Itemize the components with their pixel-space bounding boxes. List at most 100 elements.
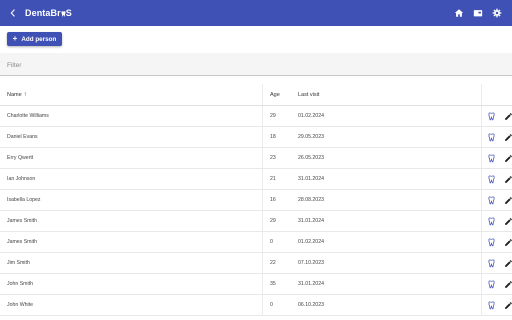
sort-ascending-icon: ↑ (23, 91, 27, 98)
cell-actions (481, 231, 512, 253)
cell-actions (481, 147, 512, 169)
arrow-back-icon[interactable] (7, 7, 19, 19)
add-person-label: Add person (21, 35, 57, 43)
cell-name: Ian Johnson (0, 168, 263, 190)
cell-actions (481, 210, 512, 232)
row-actions (482, 175, 512, 184)
pencil-icon[interactable] (504, 112, 512, 121)
pencil-icon[interactable] (504, 154, 512, 163)
table-header-row: Name ↑ Age Last visit (0, 84, 512, 106)
add-person-button[interactable]: + Add person (7, 32, 62, 46)
tooth-icon[interactable] (487, 259, 496, 268)
cell-name: John White (0, 294, 263, 316)
pencil-icon[interactable] (504, 217, 512, 226)
column-header-actions (481, 84, 512, 106)
cell-age: 22 (262, 252, 298, 274)
tooth-icon[interactable] (487, 175, 496, 184)
table-row[interactable]: John Smith 35 31.01.2024 (0, 273, 512, 295)
cell-last-visit: 29.05.2023 (298, 126, 482, 148)
cell-age: 0 (262, 231, 298, 253)
row-actions (482, 280, 512, 289)
row-actions (482, 154, 512, 163)
cell-age: 18 (262, 126, 298, 148)
cell-age: 29 (262, 210, 298, 232)
table-row[interactable]: James Smith 0 01.02.2024 (0, 231, 512, 253)
cell-last-visit: 01.02.2024 (298, 231, 482, 253)
cell-actions (481, 189, 512, 211)
row-actions (482, 196, 512, 205)
table-row[interactable]: Ian Johnson 21 31.01.2024 (0, 168, 512, 190)
cell-actions (481, 126, 512, 148)
home-icon[interactable] (453, 6, 465, 20)
cell-actions (481, 252, 512, 274)
cell-age: 23 (262, 147, 298, 169)
pencil-icon[interactable] (504, 280, 512, 289)
table-row[interactable]: Jim Smith 22 07.10.2023 (0, 252, 512, 274)
tooth-icon[interactable] (487, 217, 496, 226)
cell-last-visit: 31.01.2024 (298, 168, 482, 190)
pencil-icon[interactable] (504, 238, 512, 247)
cell-actions (481, 105, 512, 127)
app-title-prefix: DentaBr (25, 8, 61, 18)
tooth-icon[interactable] (487, 196, 496, 205)
appbar-actions (453, 6, 503, 20)
plus-icon: + (12, 34, 18, 43)
cell-last-visit: 26.05.2023 (298, 147, 482, 169)
pencil-icon[interactable] (504, 175, 512, 184)
app-bar: DentaBr S (0, 0, 512, 26)
cell-name: Isabella Lopez (0, 189, 263, 211)
cell-name: James Smith (0, 210, 263, 232)
cell-actions (481, 168, 512, 190)
gear-icon[interactable] (491, 6, 503, 20)
row-actions (482, 301, 512, 310)
tooth-icon[interactable] (487, 133, 496, 142)
pencil-icon[interactable] (504, 301, 512, 310)
tooth-icon[interactable] (487, 280, 496, 289)
cell-age: 35 (262, 273, 298, 295)
tooth-icon[interactable] (487, 154, 496, 163)
table-row[interactable]: Charlotte Williams 29 01.02.2024 (0, 105, 512, 127)
cell-age: 21 (262, 168, 298, 190)
cell-actions (481, 273, 512, 295)
pencil-icon[interactable] (504, 196, 512, 205)
row-actions (482, 259, 512, 268)
cell-last-visit: 07.10.2023 (298, 252, 482, 274)
pencil-icon[interactable] (504, 259, 512, 268)
cell-last-visit: 06.10.2023 (298, 294, 482, 316)
cell-last-visit: 01.02.2024 (298, 105, 482, 127)
table-body: Charlotte Williams 29 01.02.2024 Daniel Eva… (0, 105, 512, 316)
badge-icon[interactable] (472, 6, 484, 20)
cell-last-visit: 31.01.2024 (298, 273, 482, 295)
cell-last-visit: 28.08.2023 (298, 189, 482, 211)
cell-name: Charlotte Williams (0, 105, 263, 127)
table-row[interactable]: John White 0 06.10.2023 (0, 294, 512, 316)
row-actions (482, 217, 512, 226)
filter-input[interactable] (0, 53, 489, 77)
tooth-icon[interactable] (487, 112, 496, 121)
column-header-name[interactable]: Name ↑ (0, 84, 263, 106)
column-header-last-visit[interactable]: Last visit (298, 84, 482, 106)
table-row[interactable]: Isabella Lopez 16 28.08.2023 (0, 189, 512, 211)
table-row[interactable]: Erry Qwertt 23 26.05.2023 (0, 147, 512, 169)
cell-name: James Smith (0, 231, 263, 253)
table-row[interactable]: Daniel Evans 18 29.05.2023 (0, 126, 512, 148)
tooth-icon[interactable] (487, 238, 496, 247)
column-header-name-label: Name (7, 91, 22, 98)
cell-name: John Smith (0, 273, 263, 295)
row-actions (482, 112, 512, 121)
row-actions (482, 238, 512, 247)
cell-age: 0 (262, 294, 298, 316)
cell-age: 29 (262, 105, 298, 127)
person-table: Name ↑ Age Last visit Charlotte Williams 2… (0, 84, 512, 316)
tooth-icon[interactable] (487, 301, 496, 310)
cell-actions (481, 294, 512, 316)
cell-name: Erry Qwertt (0, 147, 263, 169)
table-row[interactable]: James Smith 29 31.01.2024 (0, 210, 512, 232)
app-title: DentaBr S (25, 8, 72, 18)
pencil-icon[interactable] (504, 133, 512, 142)
cell-last-visit: 31.01.2024 (298, 210, 482, 232)
column-header-age[interactable]: Age (262, 84, 298, 106)
cell-name: Daniel Evans (0, 126, 263, 148)
app-title-suffix: S (65, 8, 72, 18)
cell-age: 16 (262, 189, 298, 211)
